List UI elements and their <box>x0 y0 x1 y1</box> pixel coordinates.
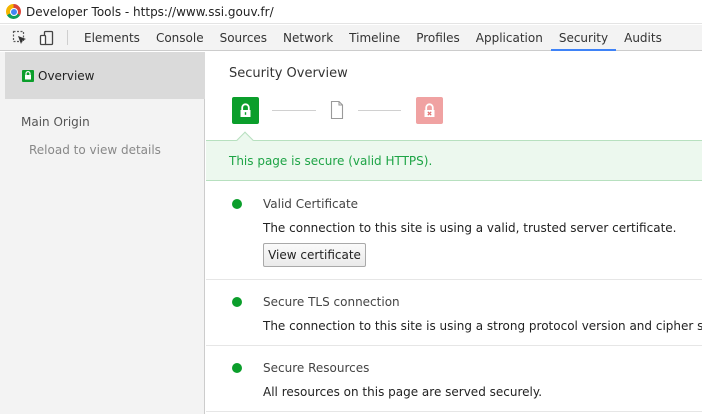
tab-timeline[interactable]: Timeline <box>341 25 408 50</box>
broken-lock-icon <box>416 97 443 124</box>
tab-sources[interactable]: Sources <box>212 25 275 50</box>
status-dot <box>232 363 242 373</box>
view-certificate-button[interactable]: View certificate <box>263 243 366 267</box>
section-title: Secure Resources <box>263 361 370 375</box>
lock-icon <box>22 69 34 82</box>
panel-tabs: Elements Console Sources Network Timelin… <box>76 25 670 51</box>
tab-security[interactable]: Security <box>550 25 617 51</box>
security-state-connector <box>358 110 401 111</box>
secure-lock-icon <box>232 97 259 124</box>
status-dot <box>232 199 242 209</box>
section-description: All resources on this page are served se… <box>263 385 543 399</box>
section-secure-tls: Secure TLS connection The connection to … <box>206 280 702 346</box>
section-title: Valid Certificate <box>263 197 359 211</box>
section-title: Secure TLS connection <box>263 295 400 309</box>
tab-audits[interactable]: Audits <box>616 25 670 50</box>
security-overview-panel: Security Overview This page is secure (v… <box>206 52 702 414</box>
status-dot <box>232 297 242 307</box>
tab-elements[interactable]: Elements <box>76 25 148 50</box>
info-document-icon <box>330 100 344 120</box>
sidebar-item-overview[interactable]: Overview <box>5 52 205 99</box>
toolbar-divider <box>67 30 68 45</box>
tab-network[interactable]: Network <box>275 25 341 50</box>
security-sidebar: Overview Main Origin Reload to view deta… <box>0 52 205 414</box>
window-title: Developer Tools - https://www.ssi.gouv.f… <box>26 4 274 19</box>
tab-profiles[interactable]: Profiles <box>408 25 468 50</box>
inspect-element-icon[interactable] <box>10 25 30 51</box>
sidebar-item-label: Overview <box>38 68 95 83</box>
tab-console[interactable]: Console <box>148 25 212 50</box>
section-description: The connection to this site is using a v… <box>263 221 677 235</box>
section-description: The connection to this site is using a s… <box>263 319 702 333</box>
device-mode-icon[interactable] <box>37 25 57 51</box>
chrome-logo-icon <box>6 4 21 19</box>
tab-application[interactable]: Application <box>468 25 551 50</box>
secure-status-banner: This page is secure (valid HTTPS). <box>206 140 702 181</box>
sidebar-reload-hint: Reload to view details <box>29 143 161 157</box>
section-secure-resources: Secure Resources All resources on this p… <box>206 346 702 412</box>
security-state-connector <box>272 110 316 111</box>
window-titlebar: Developer Tools - https://www.ssi.gouv.f… <box>0 0 702 24</box>
page-title: Security Overview <box>229 66 348 81</box>
devtools-toolbar: Elements Console Sources Network Timelin… <box>0 25 702 51</box>
sidebar-group-main-origin: Main Origin <box>21 115 90 129</box>
